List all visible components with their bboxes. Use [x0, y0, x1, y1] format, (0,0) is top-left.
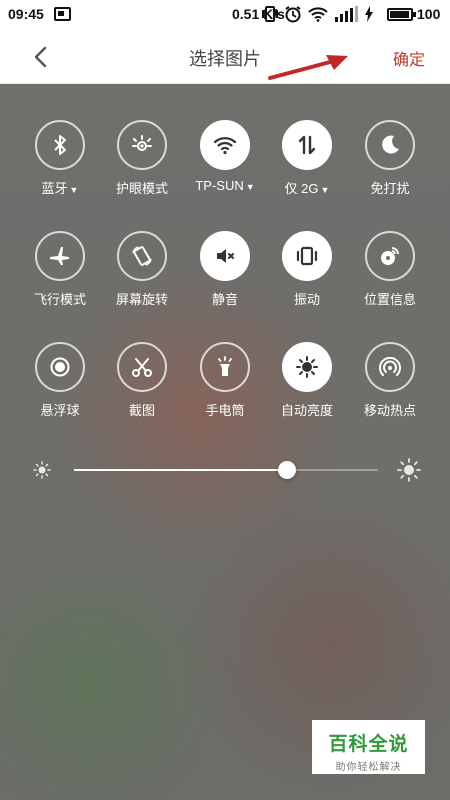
tile-mobile-data[interactable]: 仅 2G ▼	[266, 120, 348, 197]
tile-flashlight[interactable]: 手电筒	[184, 342, 266, 419]
tile-auto-brightness-label: 自动亮度	[280, 403, 333, 418]
annotation-arrow-icon	[268, 55, 348, 80]
wifi-icon	[213, 137, 237, 155]
tile-screen-rotation-label: 屏幕旋转	[115, 292, 168, 307]
wifi-status-icon	[308, 7, 328, 22]
tile-vibrate-circle	[282, 231, 332, 281]
hotspot-icon	[379, 356, 401, 376]
mute-icon	[217, 249, 234, 263]
tile-flashlight-label: 手电筒	[205, 403, 245, 418]
tile-location-circle	[365, 231, 415, 281]
tile-auto-brightness[interactable]: 自动亮度	[266, 342, 348, 419]
tile-hotspot[interactable]: 移动热点	[349, 342, 431, 419]
tile-floating-ball-circle	[35, 342, 85, 392]
brightness-slider-row	[0, 458, 450, 482]
watermark-title: 百科全说	[328, 734, 409, 755]
brightness-high-icon	[397, 458, 421, 482]
tile-floating-ball[interactable]: 悬浮球	[19, 342, 101, 419]
floating-ball-icon	[50, 357, 70, 377]
tile-eye-care-circle	[117, 120, 167, 170]
watermark-logo: 百科全说 助你轻松解决	[312, 720, 425, 774]
charging-icon	[365, 6, 373, 22]
tile-vibrate-label: 振动	[293, 292, 320, 307]
image-notification-icon	[54, 7, 71, 21]
tile-do-not-disturb[interactable]: 免打扰	[349, 120, 431, 197]
tile-flashlight-circle	[200, 342, 250, 392]
brightness-slider[interactable]	[74, 461, 378, 479]
auto-brightness-icon	[296, 356, 318, 378]
tile-mute[interactable]: 静音	[184, 231, 266, 308]
header-bar: 选择图片 确定	[0, 30, 450, 84]
rotate-icon	[132, 246, 152, 266]
tile-vibrate[interactable]: 振动	[266, 231, 348, 308]
tile-mobile-data-circle	[282, 120, 332, 170]
eye-care-icon	[132, 135, 152, 151]
tile-hotspot-circle	[365, 342, 415, 392]
tile-mute-circle	[200, 231, 250, 281]
mobile-data-icon	[298, 135, 316, 155]
tile-do-not-disturb-label: 免打扰	[370, 181, 410, 196]
tile-screen-rotation-circle	[117, 231, 167, 281]
quick-settings-panel: 蓝牙 ▼ 护眼模式 TP-SUN ▼ 仅 2G ▼ 免打扰 飞行模式 屏幕旋转 …	[0, 84, 450, 800]
status-time: 09:45	[8, 6, 44, 22]
watermark-subtitle: 助你轻松解决	[335, 762, 402, 773]
vibrate-icon	[296, 246, 318, 266]
moon-icon	[382, 135, 399, 154]
dropdown-caret-icon: ▼	[245, 182, 255, 192]
dropdown-caret-icon: ▼	[69, 185, 79, 195]
tile-bluetooth-circle	[35, 120, 85, 170]
tile-location[interactable]: 位置信息	[349, 231, 431, 308]
battery-level: 100	[417, 6, 441, 22]
bluetooth-icon	[54, 135, 66, 155]
tile-auto-brightness-circle	[282, 342, 332, 392]
location-icon	[381, 247, 399, 265]
tile-hotspot-label: 移动热点	[363, 403, 416, 418]
status-icons	[262, 5, 374, 23]
tile-wifi-circle	[200, 120, 250, 170]
vibrate-status-icon	[262, 6, 278, 22]
brightness-slider-fill	[74, 469, 287, 471]
tile-eye-care-label: 护眼模式	[115, 181, 168, 196]
tile-bluetooth[interactable]: 蓝牙 ▼	[19, 120, 101, 197]
flashlight-icon	[218, 356, 232, 376]
brightness-slider-thumb[interactable]	[278, 461, 296, 479]
tile-mobile-data-label: 仅 2G	[284, 181, 319, 196]
alarm-icon	[285, 6, 301, 23]
tile-screenshot-circle	[117, 342, 167, 392]
confirm-button[interactable]: 确定	[393, 46, 425, 70]
tile-location-label: 位置信息	[363, 292, 416, 307]
tile-airplane-mode-label: 飞行模式	[33, 292, 86, 307]
page-title: 选择图片	[189, 49, 261, 69]
tile-do-not-disturb-circle	[365, 120, 415, 170]
brightness-low-icon	[33, 461, 51, 479]
tile-screen-rotation[interactable]: 屏幕旋转	[101, 231, 183, 308]
dropdown-caret-icon: ▼	[320, 185, 330, 195]
tile-mute-label: 静音	[211, 292, 238, 307]
status-bar: 09:45 0.51 K/s 100	[0, 0, 450, 30]
signal-icon	[335, 6, 358, 22]
tile-eye-care[interactable]: 护眼模式	[101, 120, 183, 197]
tile-screenshot[interactable]: 截图	[101, 342, 183, 419]
tile-wifi-label: TP-SUN	[195, 178, 244, 193]
tile-airplane-mode-circle	[35, 231, 85, 281]
scissors-icon	[132, 358, 152, 377]
tile-bluetooth-label: 蓝牙	[41, 181, 68, 196]
tile-airplane-mode[interactable]: 飞行模式	[19, 231, 101, 308]
tile-screenshot-label: 截图	[128, 403, 155, 418]
tile-floating-ball-label: 悬浮球	[40, 403, 80, 418]
tile-wifi[interactable]: TP-SUN ▼	[184, 120, 266, 193]
airplane-icon	[50, 247, 69, 265]
battery-icon	[387, 8, 416, 21]
